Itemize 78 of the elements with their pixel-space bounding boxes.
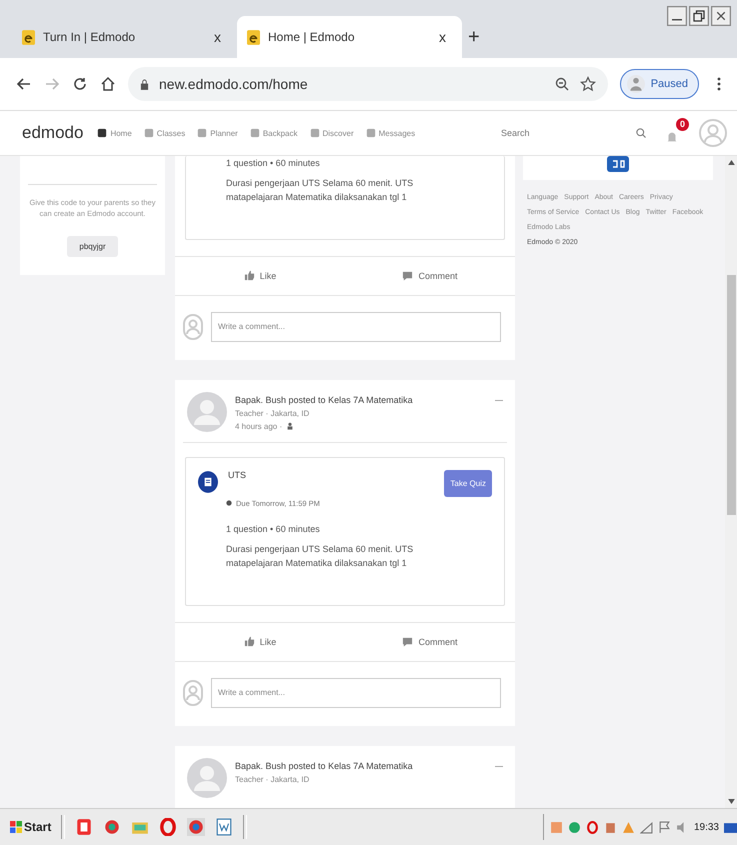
lock-icon bbox=[140, 78, 149, 90]
nav-link[interactable]: Home bbox=[97, 128, 132, 138]
clock-time: 19:33 bbox=[694, 822, 719, 832]
author-avatar-icon bbox=[187, 758, 227, 798]
browser-tab[interactable]: Home | Edmodo x bbox=[237, 16, 462, 58]
quiz-details: 1 question • 60 minutes bbox=[225, 524, 321, 534]
app-icon[interactable] bbox=[607, 156, 629, 172]
nav-link[interactable]: Messages bbox=[366, 128, 416, 138]
clock-icon bbox=[226, 500, 232, 506]
show-desktop-icon[interactable] bbox=[724, 820, 737, 834]
minimize-icon[interactable] bbox=[667, 6, 687, 26]
reload-icon[interactable] bbox=[72, 76, 88, 92]
nav-item-icon bbox=[97, 128, 108, 138]
zoom-icon[interactable] bbox=[554, 76, 570, 92]
avatar-icon bbox=[626, 75, 645, 93]
star-icon[interactable] bbox=[580, 76, 596, 92]
nav-item-icon bbox=[197, 128, 208, 138]
comment-button[interactable]: Comment bbox=[345, 256, 515, 295]
post-author[interactable]: Bapak. Bush posted to Kelas 7A Matematika bbox=[235, 394, 413, 405]
flag-icon[interactable] bbox=[658, 820, 671, 834]
quiz-description: Durasi pengerjaan UTS Selama 60 menit. UTS matapelajaran Matematika dilaksanakan tgl 1 bbox=[225, 542, 414, 570]
quiz-details: 1 question • 60 minutes bbox=[225, 158, 321, 168]
thumbs-up-icon bbox=[244, 270, 255, 282]
like-button[interactable]: Like bbox=[175, 622, 345, 661]
browser-tab[interactable]: Turn In | Edmodo x bbox=[12, 16, 237, 58]
speech-bubble-icon bbox=[402, 270, 414, 282]
document-icon[interactable] bbox=[215, 818, 234, 836]
scrollbar-thumb[interactable] bbox=[726, 275, 736, 515]
nav-link[interactable]: Backpack bbox=[250, 128, 298, 138]
nav-item-icon bbox=[310, 128, 320, 138]
nav-item-icon bbox=[366, 128, 376, 138]
notification-count: 0 bbox=[676, 118, 689, 131]
quiz-icon bbox=[198, 470, 218, 494]
tray-app-icon[interactable] bbox=[604, 820, 617, 834]
search-field[interactable]: Search bbox=[499, 127, 635, 139]
restore-icon[interactable] bbox=[689, 6, 709, 26]
signal-icon bbox=[640, 820, 653, 834]
post-time: 4 hours ago · bbox=[235, 422, 282, 431]
start-button[interactable]: Start bbox=[10, 820, 52, 834]
edmodo-logo[interactable]: edmodo bbox=[22, 123, 84, 143]
people-icon bbox=[286, 422, 294, 430]
author-role: Teacher · Jakarta, ID bbox=[235, 408, 310, 418]
like-button[interactable]: Like bbox=[175, 256, 345, 295]
new-tab-button[interactable]: + bbox=[462, 26, 486, 48]
profile-paused-button[interactable]: Paused bbox=[620, 69, 699, 99]
comment-button[interactable]: Comment bbox=[345, 622, 515, 661]
app-icon[interactable] bbox=[75, 818, 94, 836]
speech-bubble-icon bbox=[402, 636, 414, 648]
comment-field[interactable]: Write a comment... bbox=[211, 678, 501, 708]
scrollbar[interactable] bbox=[725, 156, 737, 808]
nav-link[interactable]: Classes bbox=[144, 128, 186, 138]
search-icon bbox=[635, 127, 647, 139]
author-avatar-icon bbox=[187, 392, 227, 432]
comment-field[interactable]: Write a comment... bbox=[211, 312, 501, 342]
quiz-description: Durasi pengerjaan UTS Selama 60 menit. UTS matapelajaran Matematika dilaksanakan tgl 1 bbox=[225, 177, 414, 204]
close-icon[interactable] bbox=[711, 6, 731, 26]
quiz-title[interactable]: UTS bbox=[228, 470, 246, 480]
tray-app-icon[interactable] bbox=[568, 820, 581, 834]
back-icon[interactable] bbox=[16, 76, 32, 92]
windows-logo-icon bbox=[10, 821, 22, 833]
nav-item-icon bbox=[144, 128, 154, 138]
nav-link[interactable]: Discover bbox=[310, 128, 354, 138]
thumbs-up-icon bbox=[244, 636, 255, 648]
edmodo-favicon-icon bbox=[247, 30, 260, 44]
scroll-down-icon[interactable] bbox=[728, 799, 734, 804]
scroll-up-icon[interactable] bbox=[728, 160, 734, 165]
post-author[interactable]: Bapak. Bush posted to Kelas 7A Matematika bbox=[235, 760, 413, 771]
user-avatar-icon bbox=[183, 680, 203, 706]
edmodo-favicon-icon bbox=[22, 30, 35, 44]
nav-item-icon bbox=[250, 128, 260, 138]
home-icon[interactable] bbox=[100, 76, 116, 92]
user-avatar-icon bbox=[183, 314, 203, 340]
parent-code-button[interactable]: pbqyjgr bbox=[67, 236, 118, 256]
browser-icon[interactable] bbox=[103, 818, 122, 836]
take-quiz-button[interactable]: Take Quiz bbox=[444, 470, 492, 497]
address-bar[interactable]: new.edmodo.com/home bbox=[128, 67, 608, 101]
author-role: Teacher · Jakarta, ID bbox=[235, 774, 310, 784]
nav-link[interactable]: Planner bbox=[197, 128, 238, 138]
